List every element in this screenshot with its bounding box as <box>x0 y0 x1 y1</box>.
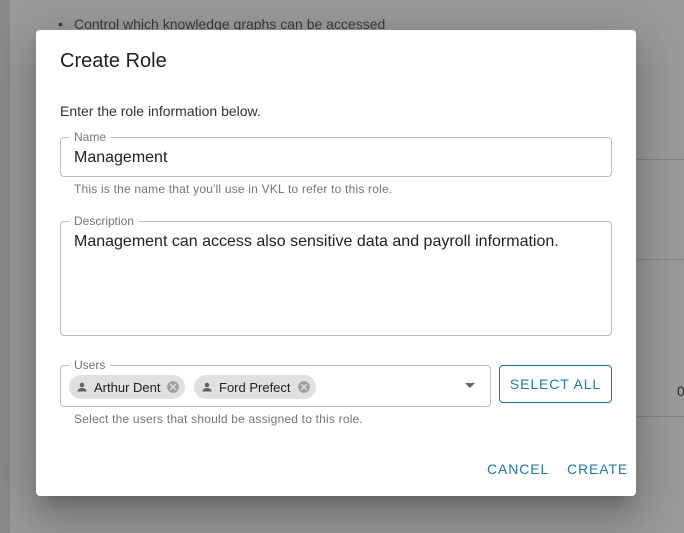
name-field-label: Name <box>69 130 112 144</box>
remove-chip-icon[interactable] <box>296 379 312 395</box>
dialog-intro-text: Enter the role information below. <box>60 103 261 119</box>
description-field-label: Description <box>69 214 140 228</box>
users-select[interactable]: Users Arthur Dent Ford Prefect <box>60 358 491 407</box>
person-icon <box>198 378 216 396</box>
user-chip-label: Arthur Dent <box>94 379 161 395</box>
remove-chip-icon[interactable] <box>165 379 181 395</box>
background-divider <box>636 416 684 417</box>
name-field-value[interactable]: Management <box>74 149 167 167</box>
dialog-title: Create Role <box>60 50 167 72</box>
select-all-button[interactable]: SELECT ALL <box>499 365 612 403</box>
description-field[interactable]: Description Management can access also s… <box>60 214 612 336</box>
background-trailing-glyph: 0 <box>677 383 684 399</box>
name-field[interactable]: Name Management <box>60 130 612 177</box>
users-field-label: Users <box>69 358 111 372</box>
user-chip[interactable]: Ford Prefect <box>194 375 316 399</box>
description-field-value[interactable]: Management can access also sensitive dat… <box>74 233 559 251</box>
background-divider <box>636 159 684 160</box>
name-field-hint: This is the name that you'll use in VKL … <box>74 182 393 196</box>
cancel-button[interactable]: CANCEL <box>487 461 549 477</box>
users-field-hint: Select the users that should be assigned… <box>74 412 363 426</box>
create-role-dialog: Create Role Enter the role information b… <box>36 30 636 496</box>
user-chip-label: Ford Prefect <box>219 379 291 395</box>
background-divider <box>636 259 684 260</box>
create-button[interactable]: CREATE <box>567 461 628 477</box>
person-icon <box>73 378 91 396</box>
dropdown-arrow-icon[interactable] <box>465 383 475 388</box>
user-chip[interactable]: Arthur Dent <box>69 375 186 399</box>
